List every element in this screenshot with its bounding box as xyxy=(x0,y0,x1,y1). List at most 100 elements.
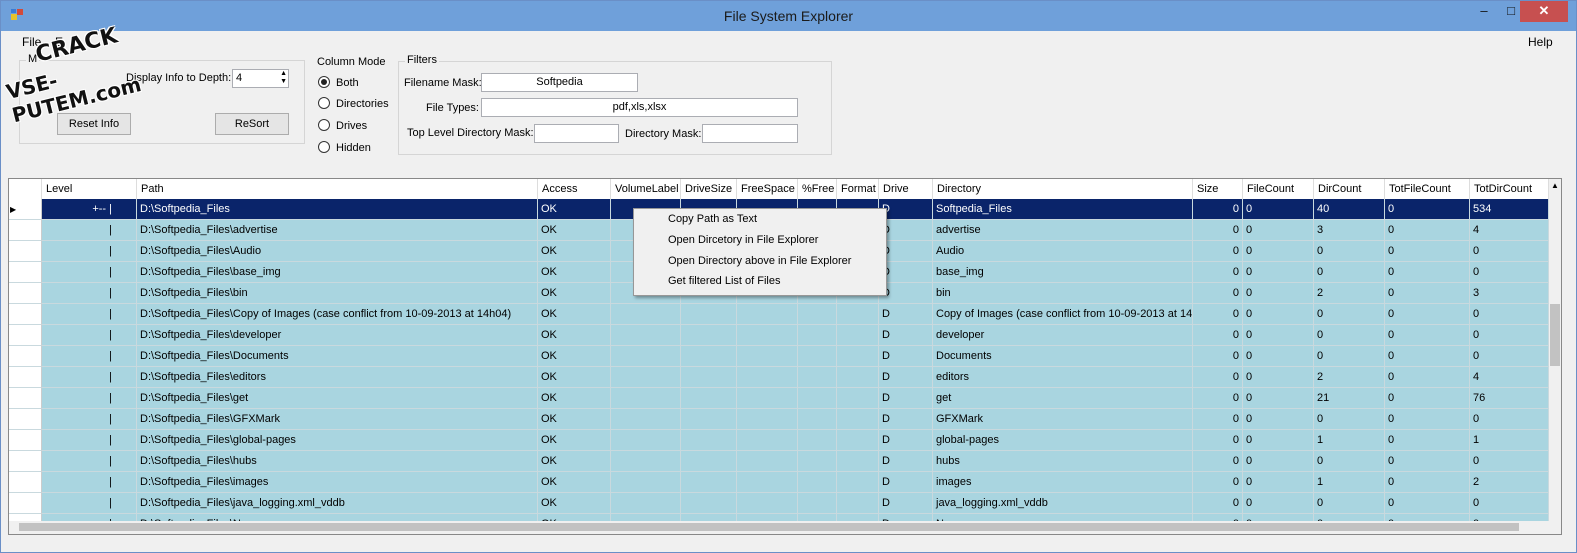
scroll-up-icon[interactable]: ▲ xyxy=(1551,181,1559,190)
cell-access[interactable]: OK xyxy=(538,472,611,493)
cell-access[interactable]: OK xyxy=(538,430,611,451)
cell-tot-dir-count[interactable]: 0 xyxy=(1470,493,1549,514)
cell-tot-dir-count[interactable]: 0 xyxy=(1470,451,1549,472)
cell-tot-dir-count[interactable]: 0 xyxy=(1470,346,1549,367)
cell-dir-count[interactable]: 1 xyxy=(1314,430,1385,451)
cell-directory[interactable]: hubs xyxy=(933,451,1193,472)
cell-tot-file-count[interactable]: 0 xyxy=(1385,493,1470,514)
cell-size[interactable]: 0 xyxy=(1193,241,1243,262)
cell-drive[interactable]: D xyxy=(879,430,933,451)
cell-access[interactable]: OK xyxy=(538,262,611,283)
cell-pct-free[interactable] xyxy=(798,346,837,367)
cell-drive[interactable]: D xyxy=(879,346,933,367)
cell-free-space[interactable] xyxy=(737,388,798,409)
cell-size[interactable]: 0 xyxy=(1193,220,1243,241)
cell-format[interactable] xyxy=(837,472,879,493)
table-row[interactable]: | D:\Softpedia_Files\Documents OK D Document… xyxy=(9,346,1549,367)
cell-pct-free[interactable] xyxy=(798,493,837,514)
cell-access[interactable]: OK xyxy=(538,325,611,346)
cell-drive-size[interactable] xyxy=(681,325,737,346)
cell-tot-dir-count[interactable]: 0 xyxy=(1470,304,1549,325)
ctx-copy-path[interactable]: Copy Path as Text xyxy=(668,213,757,225)
cell-pct-free[interactable] xyxy=(798,472,837,493)
cell-tot-dir-count[interactable]: 534 xyxy=(1470,199,1549,220)
cell-file-count[interactable]: 0 xyxy=(1243,346,1314,367)
cell-size[interactable]: 0 xyxy=(1193,346,1243,367)
cell-tot-file-count[interactable]: 0 xyxy=(1385,367,1470,388)
column-header-row-header[interactable] xyxy=(9,179,42,199)
cell-format[interactable] xyxy=(837,430,879,451)
cell-file-count[interactable]: 0 xyxy=(1243,220,1314,241)
cell-tot-dir-count[interactable]: 0 xyxy=(1470,262,1549,283)
cell-path[interactable]: D:\Softpedia_Files\base_img xyxy=(137,262,538,283)
cell-size[interactable]: 0 xyxy=(1193,283,1243,304)
cell-level[interactable]: | xyxy=(42,472,137,493)
cell-tot-dir-count[interactable]: 4 xyxy=(1470,367,1549,388)
cell-free-space[interactable] xyxy=(737,325,798,346)
cell-tot-dir-count[interactable]: 0 xyxy=(1470,325,1549,346)
cell-size[interactable]: 0 xyxy=(1193,199,1243,220)
cell-access[interactable]: OK xyxy=(538,220,611,241)
spinner-arrows-icon[interactable]: ▲ ▼ xyxy=(280,70,287,86)
cell-directory[interactable]: Documents xyxy=(933,346,1193,367)
top-level-dir-mask-input[interactable] xyxy=(534,124,619,143)
cell-drive-size[interactable] xyxy=(681,451,737,472)
vertical-scroll-thumb[interactable] xyxy=(1550,304,1560,366)
cell-tot-file-count[interactable]: 0 xyxy=(1385,241,1470,262)
column-header-volume-label[interactable]: VolumeLabel xyxy=(611,179,681,199)
cell-drive-size[interactable] xyxy=(681,346,737,367)
cell-drive-size[interactable] xyxy=(681,367,737,388)
cell-dir-count[interactable]: 0 xyxy=(1314,493,1385,514)
column-header-drive-size[interactable]: DriveSize xyxy=(681,179,737,199)
cell-path[interactable]: D:\Softpedia_Files\global-pages xyxy=(137,430,538,451)
cell-level[interactable]: | xyxy=(42,493,137,514)
cell-level[interactable]: | xyxy=(42,388,137,409)
cell-pct-free[interactable] xyxy=(798,430,837,451)
cell-pct-free[interactable] xyxy=(798,325,837,346)
cell-dir-count[interactable]: 0 xyxy=(1314,451,1385,472)
cell-path[interactable]: D:\Softpedia_Files\Documents xyxy=(137,346,538,367)
cell-tot-file-count[interactable]: 0 xyxy=(1385,388,1470,409)
cell-path[interactable]: D:\Softpedia_Files\java_logging.xml_vddb xyxy=(137,493,538,514)
cell-free-space[interactable] xyxy=(737,304,798,325)
minimize-button[interactable]: – xyxy=(1471,1,1497,22)
column-header-pct-free[interactable]: %Free xyxy=(798,179,837,199)
cell-dir-count[interactable]: 2 xyxy=(1314,367,1385,388)
cell-path[interactable]: D:\Softpedia_Files\Copy of Images (case … xyxy=(137,304,538,325)
cell-drive[interactable]: D xyxy=(879,220,933,241)
radio-directories[interactable]: Directories xyxy=(318,97,389,110)
cell-access[interactable]: OK xyxy=(538,241,611,262)
depth-spinner[interactable]: 4 ▲ ▼ xyxy=(232,69,289,88)
cell-file-count[interactable]: 0 xyxy=(1243,409,1314,430)
cell-free-space[interactable] xyxy=(737,409,798,430)
cell-dir-count[interactable]: 1 xyxy=(1314,472,1385,493)
cell-access[interactable]: OK xyxy=(538,283,611,304)
cell-file-count[interactable]: 0 xyxy=(1243,199,1314,220)
cell-directory[interactable]: GFXMark xyxy=(933,409,1193,430)
cell-drive[interactable]: D xyxy=(879,325,933,346)
column-header-path[interactable]: Path xyxy=(137,179,538,199)
cell-path[interactable]: D:\Softpedia_Files\developer xyxy=(137,325,538,346)
column-header-tot-dir-count[interactable]: TotDirCount xyxy=(1470,179,1549,199)
cell-drive[interactable]: D xyxy=(879,283,933,304)
column-header-drive[interactable]: Drive xyxy=(879,179,933,199)
cell-pct-free[interactable] xyxy=(798,304,837,325)
close-button[interactable]: ✕ xyxy=(1520,1,1568,22)
cell-dir-count[interactable]: 0 xyxy=(1314,304,1385,325)
cell-volume-label[interactable] xyxy=(611,451,681,472)
cell-drive-size[interactable] xyxy=(681,493,737,514)
cell-level[interactable]: | xyxy=(42,304,137,325)
cell-access[interactable]: OK xyxy=(538,451,611,472)
cell-row-header[interactable] xyxy=(9,220,42,241)
cell-size[interactable]: 0 xyxy=(1193,430,1243,451)
cell-row-header[interactable] xyxy=(9,430,42,451)
cell-tot-dir-count[interactable]: 2 xyxy=(1470,472,1549,493)
cell-directory[interactable]: editors xyxy=(933,367,1193,388)
cell-drive[interactable]: D xyxy=(879,409,933,430)
table-row[interactable]: | D:\Softpedia_Files\GFXMark OK D GFXMark 0 0 0… xyxy=(9,409,1549,430)
cell-tot-file-count[interactable]: 0 xyxy=(1385,199,1470,220)
cell-tot-dir-count[interactable]: 0 xyxy=(1470,409,1549,430)
cell-dir-count[interactable]: 3 xyxy=(1314,220,1385,241)
cell-drive[interactable]: D xyxy=(879,304,933,325)
cell-free-space[interactable] xyxy=(737,367,798,388)
